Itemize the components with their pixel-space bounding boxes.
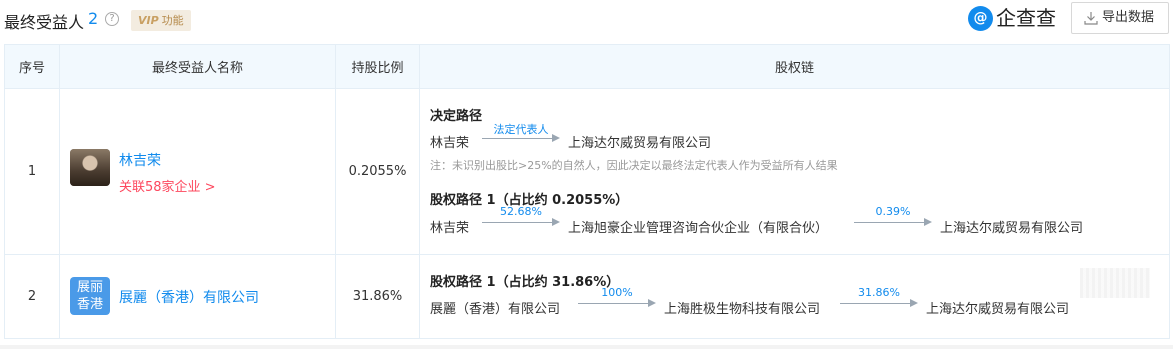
- ratio-cell: 31.86%: [335, 254, 420, 339]
- path-node-company[interactable]: 展麗（香港）有限公司: [430, 298, 560, 317]
- related-companies-link[interactable]: 关联58家企业 >: [119, 176, 216, 195]
- table-row: 2 展丽 香港 展麗（香港）有限公司 31.86% 股权路径 1（占比约 31.…: [4, 254, 1170, 339]
- brand-icon: @: [968, 6, 993, 31]
- export-data-button[interactable]: 导出数据: [1071, 2, 1169, 34]
- chain-cell: 股权路径 1（占比约 31.86%） 展麗（香港）有限公司 100% 上海胜极生…: [419, 254, 1170, 339]
- path-title: 决定路径: [430, 109, 483, 124]
- column-header-index: 序号: [4, 44, 60, 89]
- edge-label: 0.39%: [875, 205, 911, 218]
- export-label: 导出数据: [1102, 10, 1155, 25]
- company-block: 展丽 香港 展麗（香港）有限公司: [60, 255, 335, 338]
- arrow-head-icon: [648, 299, 656, 307]
- arrow-line: [840, 303, 910, 304]
- ratio-cell: 0.2055%: [335, 88, 420, 255]
- vip-label: VIP: [138, 14, 159, 27]
- person-block: 林吉荣 关联58家企业 >: [60, 89, 335, 254]
- column-header-ratio: 持股比例: [335, 44, 420, 89]
- arrow-head-icon: [552, 134, 560, 142]
- edge-label: 31.86%: [858, 286, 900, 299]
- beneficiary-count: 2: [88, 9, 99, 28]
- path-node-person[interactable]: 林吉荣: [430, 217, 469, 236]
- arrow-line: [482, 222, 552, 223]
- avatar-photo: [70, 149, 110, 186]
- beneficiary-name-link[interactable]: 林吉荣: [119, 150, 161, 170]
- beneficiary-name-link[interactable]: 展麗（香港）有限公司: [119, 287, 259, 307]
- logo-line: 展丽: [76, 280, 103, 295]
- column-header-name: 最终受益人名称: [59, 44, 336, 89]
- bottom-divider: [0, 345, 1173, 349]
- vip-text: 功能: [161, 14, 184, 27]
- arrow-line: [854, 222, 924, 223]
- path-node-company[interactable]: 上海达尔威贸易有限公司: [568, 132, 711, 151]
- chain-cell: 决定路径 林吉荣 法定代表人 上海达尔威贸易有限公司 注：未识别出股比>25%的…: [419, 88, 1170, 255]
- section-header: 最终受益人 2 ? VIP 功能 @ 企查查 导出数据: [0, 0, 1173, 40]
- path-arrow: 52.68%: [482, 205, 560, 227]
- path-arrow: 法定代表人: [482, 123, 560, 143]
- vip-badge: VIP 功能: [131, 10, 191, 31]
- edge-label: 52.68%: [500, 205, 542, 218]
- watermark: [1080, 268, 1150, 298]
- path-node-person[interactable]: 林吉荣: [430, 132, 469, 151]
- edge-label: 法定代表人: [493, 123, 549, 136]
- beneficiary-cell: 林吉荣 关联58家企业 >: [59, 88, 336, 255]
- path-note: 注：未识别出股比>25%的自然人，因此决定以最终法定代表人作为受益所有人结果: [430, 159, 838, 172]
- path-node-company[interactable]: 上海达尔威贸易有限公司: [940, 217, 1083, 236]
- arrow-line: [578, 303, 648, 304]
- help-icon[interactable]: ?: [105, 12, 119, 26]
- arrow-head-icon: [552, 218, 560, 226]
- row-index: 1: [4, 88, 60, 255]
- path-arrow: 0.39%: [854, 205, 932, 227]
- path-arrow: 31.86%: [840, 286, 918, 308]
- logo-line: 香港: [76, 297, 103, 312]
- column-header-chain: 股权链: [419, 44, 1170, 89]
- path-node-company[interactable]: 上海胜极生物科技有限公司: [664, 298, 820, 317]
- arrow-line: [482, 138, 552, 139]
- brand-name: 企查查: [996, 6, 1056, 30]
- arrow-head-icon: [924, 218, 932, 226]
- path-node-company[interactable]: 上海旭豪企业管理咨询合伙企业（有限合伙）: [568, 217, 828, 236]
- row-index: 2: [4, 254, 60, 339]
- edge-label: 100%: [601, 286, 633, 299]
- path-arrow: 100%: [578, 286, 656, 308]
- beneficiary-cell: 展丽 香港 展麗（香港）有限公司: [59, 254, 336, 339]
- arrow-head-icon: [910, 299, 918, 307]
- download-icon: [1084, 12, 1098, 25]
- table-row: 1 林吉荣 关联58家企业 > 0.2055% 决定路径 林吉荣 法定代表人 上…: [4, 88, 1170, 255]
- table-header-row: 序号 最终受益人名称 持股比例 股权链: [4, 44, 1170, 89]
- section-title: 最终受益人: [4, 13, 85, 32]
- company-logo[interactable]: 展丽 香港: [70, 277, 110, 315]
- avatar[interactable]: [70, 149, 110, 186]
- beneficiary-table: 序号 最终受益人名称 持股比例 股权链 1 林吉荣 关联58家企业 > 0.20…: [4, 44, 1170, 339]
- path-node-company[interactable]: 上海达尔威贸易有限公司: [926, 298, 1069, 317]
